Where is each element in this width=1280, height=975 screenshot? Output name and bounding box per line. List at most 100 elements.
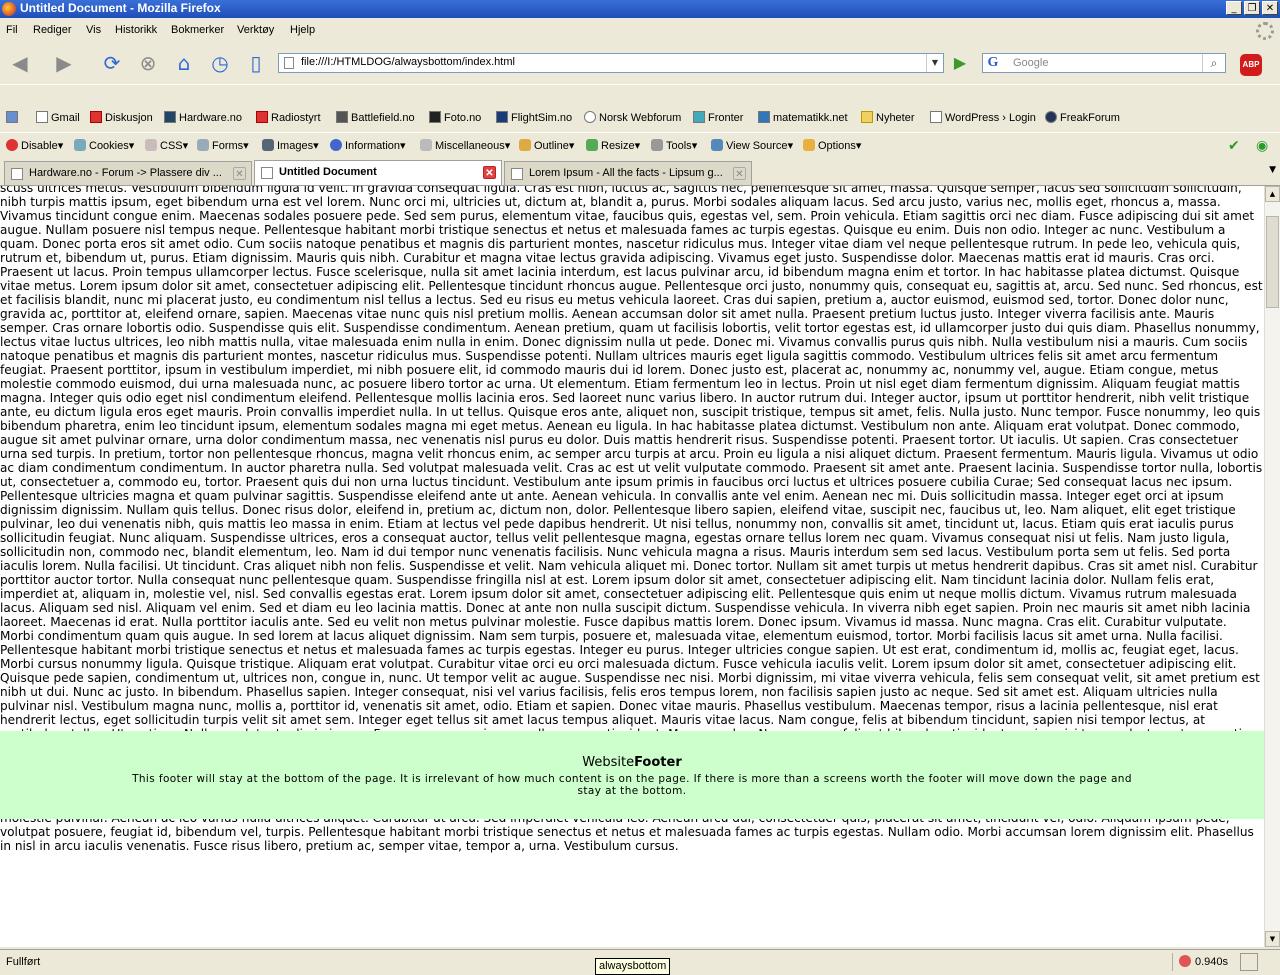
hardware-icon [11,168,23,180]
dev-cookies[interactable]: Cookies▾ [74,139,134,152]
flightsim-icon [496,111,508,123]
tab-bar: Hardware.no - Forum -> Plassere div ... … [0,158,1280,186]
home-icon: ⌂ [177,51,191,75]
scroll-up-icon[interactable]: ▲ [1265,186,1280,202]
matematikk-icon [758,111,770,123]
bookmarks-button[interactable]: ▯ [242,49,270,77]
url-dropdown-icon[interactable]: ▼ [926,54,943,72]
page-icon [284,57,294,69]
bookmark-folder-nyheter[interactable]: Nyheter [861,111,915,124]
search-icon[interactable]: ⌕ [1202,54,1225,72]
bookmark-diskusjon[interactable]: Diskusjon [90,111,153,124]
footer-description: This footer will stay at the bottom of t… [132,773,1132,797]
window-controls: _ ❐ ✕ [1226,1,1278,15]
bookmark-flightsim[interactable]: FlightSim.no [496,111,572,124]
firefox-icon [2,2,16,16]
bookmark-freakforum[interactable]: FreakForum [1045,111,1120,124]
menu-history[interactable]: Historikk [115,24,157,36]
scroll-down-icon[interactable]: ▼ [1265,931,1280,947]
options-icon [803,139,815,151]
tab-untitled-document[interactable]: Untitled Document ✕ [254,160,502,185]
firebug-icon[interactable] [1179,955,1191,967]
close-tab-icon[interactable]: ✕ [233,167,246,180]
close-tab-icon[interactable]: ✕ [483,166,496,179]
empty-toolbar [0,84,1280,105]
miscellaneous-icon [420,139,432,151]
clock-icon: ◷ [211,51,229,75]
bookmark-wordpress[interactable]: WordPress › Login [930,111,1036,124]
menu-edit[interactable]: Rediger [33,24,72,36]
menu-tools[interactable]: Verktøy [237,24,274,36]
dev-tools[interactable]: Tools▾ [651,139,697,152]
close-tab-icon[interactable]: ✕ [733,167,746,180]
bookmark-foto[interactable]: Foto.no [429,111,481,124]
back-arrow-icon: ◀ [12,51,28,75]
bookmarks-toolbar: Gmail Diskusjon Hardware.no Radiostyrt B… [0,106,1280,130]
menu-view[interactable]: Vis [86,24,101,36]
bookmark-gmail[interactable]: Gmail [36,111,80,124]
freakforum-icon [1045,111,1057,123]
battlefield-icon [336,111,348,123]
vertical-scrollbar[interactable]: ▲ ▼ [1264,186,1280,947]
reload-icon: ⟳ [103,51,121,75]
forward-button[interactable]: ▶ [50,49,78,77]
history-button[interactable]: ◷ [206,49,234,77]
bookmark-hardware[interactable]: Hardware.no [164,111,242,124]
validate-html-icon[interactable]: ◉ [1256,138,1268,154]
throbber-icon [1256,22,1274,40]
load-time: 0.940s [1172,953,1235,971]
validate-css-icon[interactable]: ✔ [1228,138,1240,154]
dev-outline[interactable]: Outline▾ [519,139,574,152]
address-bar[interactable]: file:///I:/HTMLDOG/alwaysbottom/index.ht… [278,53,944,73]
tab-hardware-forum[interactable]: Hardware.no - Forum -> Plassere div ... … [4,161,252,185]
footer-title: WebsiteFooter [582,755,682,770]
home-button[interactable]: ⌂ [170,49,198,77]
bookmark-battlefield[interactable]: Battlefield.no [336,111,415,124]
back-button[interactable]: ◀ [6,49,34,77]
tab-lorem-ipsum[interactable]: Lorem Ipsum - All the facts - Lipsum g..… [504,161,752,185]
dev-options[interactable]: Options▾ [803,139,861,152]
dev-information[interactable]: Information▾ [330,139,406,152]
css-icon [145,139,157,151]
close-button[interactable]: ✕ [1262,1,1278,15]
title-bar: Untitled Document - Mozilla Firefox _ ❐ … [0,0,1280,18]
hardware-icon [164,111,176,123]
stop-icon: ⊗ [139,51,157,75]
menu-bar: Fil Rediger Vis Historikk Bokmerker Verk… [0,20,1280,42]
bookmarks-manager-icon[interactable] [6,111,21,124]
dev-resize[interactable]: Resize▾ [586,139,640,152]
dev-images[interactable]: Images▾ [262,139,319,152]
search-box[interactable]: G Google ⌕ [982,53,1226,73]
maximize-button[interactable]: ❐ [1244,1,1260,15]
dev-forms[interactable]: Forms▾ [197,139,249,152]
adblock-button[interactable]: ABP [1240,54,1262,76]
tools-icon [651,139,663,151]
url-text: file:///I:/HTMLDOG/alwaysbottom/index.ht… [301,56,515,68]
scrollbar-thumb[interactable] [1266,216,1279,308]
dev-view-source[interactable]: View Source▾ [711,139,793,152]
web-developer-toolbar: Disable▾ Cookies▾ CSS▾ Forms▾ Images▾ In… [0,132,1280,157]
bookmark-fronter[interactable]: Fronter [693,111,743,124]
tab-list-dropdown-icon[interactable]: ▼ [1269,165,1276,175]
page-icon [261,167,273,179]
dev-css[interactable]: CSS▾ [145,139,188,152]
view-source-icon [711,139,723,151]
go-button[interactable]: ▶ [950,53,970,73]
search-placeholder: Google [1013,57,1049,69]
menu-help[interactable]: Hjelp [290,24,315,36]
google-icon[interactable]: G [985,55,1001,71]
dev-miscellaneous[interactable]: Miscellaneous▾ [420,139,510,152]
bookmark-norsk-webforum[interactable]: Norsk Webforum [584,111,681,124]
outline-icon [519,139,531,151]
minimize-button[interactable]: _ [1226,1,1242,15]
dev-disable[interactable]: Disable▾ [6,139,63,152]
stop-button[interactable]: ⊗ [134,49,162,77]
menu-bookmarks[interactable]: Bokmerker [171,24,224,36]
bookmark-matematikk[interactable]: matematikk.net [758,111,848,124]
lipsum-icon [511,168,523,180]
bookmark-radiostyrt[interactable]: Radiostyrt [256,111,321,124]
reload-button[interactable]: ⟳ [98,49,126,77]
menu-file[interactable]: Fil [6,24,18,36]
status-tray-icon[interactable] [1240,953,1258,971]
navigation-toolbar: ◀ ▶ ⟳ ⊗ ⌂ ◷ ▯ file:///I:/HTMLDOG/alwaysb… [0,44,1280,82]
